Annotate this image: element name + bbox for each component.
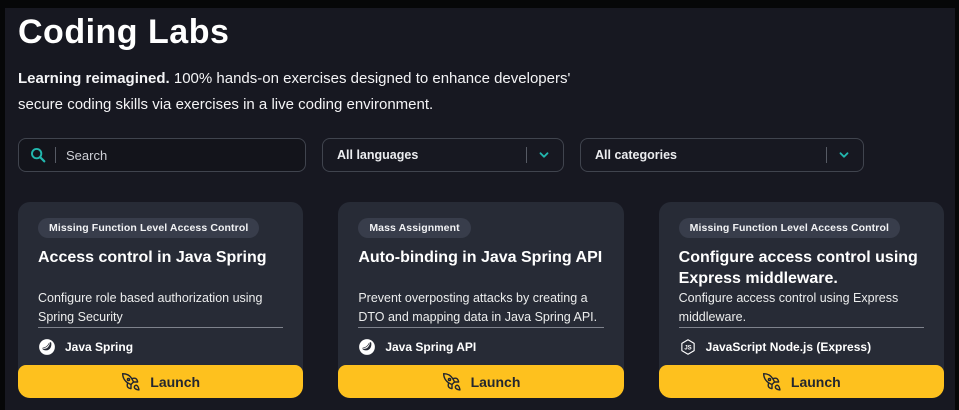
chevron-down-icon[interactable] — [537, 148, 551, 162]
subtitle-lead: Learning reimagined. — [18, 70, 170, 87]
launch-button[interactable]: Launch — [659, 365, 944, 398]
lab-description: Configure role based authorization using… — [38, 289, 283, 327]
search-divider — [55, 147, 56, 163]
tech-row: Java Spring API — [358, 327, 603, 365]
spring-leaf-icon — [358, 338, 376, 356]
lab-card-body: Mass Assignment Auto-binding in Java Spr… — [338, 202, 623, 365]
tech-label: JavaScript Node.js (Express) — [706, 340, 871, 354]
launch-button[interactable]: Launch — [338, 365, 623, 398]
filter-bar: All languages All categories — [18, 138, 942, 172]
launch-button[interactable]: Launch — [18, 365, 303, 398]
launch-button-label: Launch — [471, 374, 521, 390]
rocket-icon — [442, 372, 462, 392]
chevron-down-icon[interactable] — [837, 148, 851, 162]
vulnerability-badge: Missing Function Level Access Control — [679, 218, 900, 238]
languages-dropdown-value: All languages — [337, 148, 526, 162]
lab-title: Access control in Java Spring — [38, 247, 283, 289]
lab-cards-grid: Missing Function Level Access Control Ac… — [18, 202, 944, 398]
tech-label: Java Spring API — [385, 340, 476, 354]
lab-card-body: Missing Function Level Access Control Ac… — [18, 202, 303, 365]
coding-labs-page: Coding Labs Learning reimagined. 100% ha… — [5, 8, 955, 410]
tech-row: JS JavaScript Node.js (Express) — [679, 327, 924, 365]
rocket-icon — [762, 372, 782, 392]
lab-card-body: Missing Function Level Access Control Co… — [659, 202, 944, 365]
search-icon — [29, 146, 47, 164]
lab-description: Prevent overposting attacks by creating … — [358, 289, 603, 327]
nodejs-icon: JS — [679, 338, 697, 356]
rocket-icon — [121, 372, 141, 392]
page-title: Coding Labs — [18, 10, 942, 54]
tech-label: Java Spring — [65, 340, 133, 354]
lab-card: Mass Assignment Auto-binding in Java Spr… — [338, 202, 623, 398]
page-subtitle: Learning reimagined. 100% hands-on exerc… — [18, 66, 618, 118]
search-input[interactable] — [66, 148, 295, 163]
tech-row: Java Spring — [38, 327, 283, 365]
categories-dropdown-value: All categories — [595, 148, 826, 162]
lab-title: Auto-binding in Java Spring API — [358, 247, 603, 289]
lab-card: Missing Function Level Access Control Co… — [659, 202, 944, 398]
spring-leaf-icon — [38, 338, 56, 356]
lab-description: Configure access control using Express m… — [679, 289, 924, 327]
lab-card: Missing Function Level Access Control Ac… — [18, 202, 303, 398]
dropdown-divider — [526, 147, 527, 163]
launch-button-label: Launch — [150, 374, 200, 390]
dropdown-divider — [826, 147, 827, 163]
launch-button-label: Launch — [791, 374, 841, 390]
lab-title: Configure access control using Express m… — [679, 247, 924, 289]
vulnerability-badge: Missing Function Level Access Control — [38, 218, 259, 238]
search-box[interactable] — [18, 138, 306, 172]
svg-text:JS: JS — [684, 345, 691, 351]
categories-dropdown[interactable]: All categories — [580, 138, 864, 172]
languages-dropdown[interactable]: All languages — [322, 138, 564, 172]
vulnerability-badge: Mass Assignment — [358, 218, 470, 238]
page-header: Coding Labs Learning reimagined. 100% ha… — [18, 10, 942, 118]
